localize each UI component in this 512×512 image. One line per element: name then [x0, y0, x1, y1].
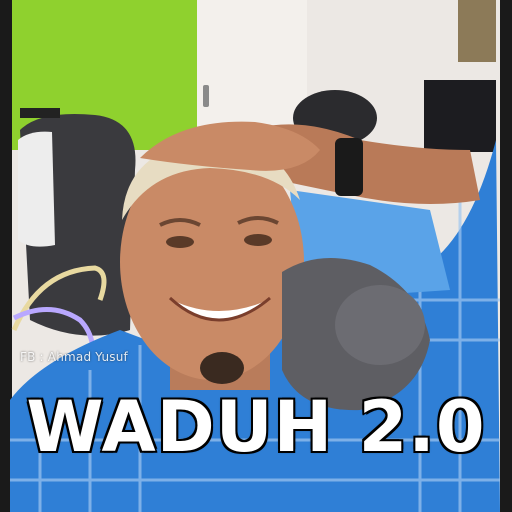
meme-photo: FB : Ahmad Yusuf WADUH 2.0: [0, 0, 512, 512]
right-eye: [244, 234, 272, 246]
meme-caption: WADUH 2.0: [25, 386, 486, 468]
watermark-text: FB : Ahmad Yusuf: [20, 350, 128, 364]
kitten-head: [335, 285, 425, 365]
left-eye: [166, 236, 194, 248]
chair-headrest: [20, 108, 60, 118]
goatee: [200, 352, 244, 384]
door-handle: [203, 85, 209, 107]
wall-picture: [458, 0, 496, 62]
monitor: [424, 80, 496, 152]
watch: [335, 138, 363, 196]
chair-white-panel: [18, 131, 55, 247]
